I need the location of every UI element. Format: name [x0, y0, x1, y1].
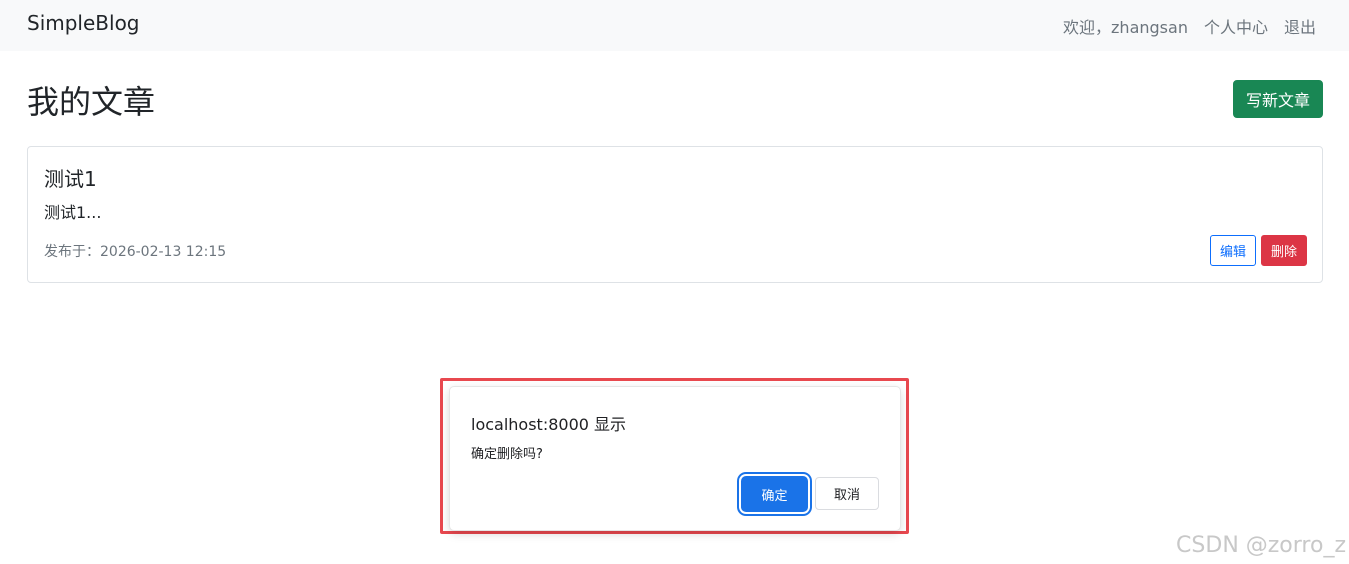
brand-link[interactable]: SimpleBlog [27, 11, 140, 35]
nav-logout-link[interactable]: 退出 [1284, 14, 1316, 38]
watermark: CSDN @zorro_z [1176, 533, 1346, 558]
confirm-dialog: localhost:8000 显示 确定删除吗? 确定 取消 [450, 387, 900, 530]
navbar: SimpleBlog 欢迎，zhangsan 个人中心 退出 [0, 0, 1349, 51]
new-post-button[interactable]: 写新文章 [1233, 80, 1323, 118]
dialog-message: 确定删除吗? [471, 447, 543, 462]
dialog-origin: localhost:8000 显示 [471, 415, 627, 434]
post-title: 测试1 [44, 167, 97, 191]
dialog-ok-button[interactable]: 确定 [741, 476, 808, 512]
post-card: 测试1 测试1... 发布于：2026-02-13 12:15 编辑 删除 [27, 146, 1323, 283]
edit-post-button[interactable]: 编辑 [1210, 235, 1256, 266]
delete-post-button[interactable]: 删除 [1261, 235, 1307, 266]
post-excerpt: 测试1... [44, 203, 102, 222]
nav-links: 欢迎，zhangsan 个人中心 退出 [1063, 14, 1316, 38]
nav-welcome[interactable]: 欢迎，zhangsan [1063, 14, 1188, 38]
post-published-date: 发布于：2026-02-13 12:15 [44, 244, 227, 260]
page-title: 我的文章 [27, 83, 156, 121]
dialog-cancel-button[interactable]: 取消 [815, 477, 879, 510]
nav-profile-link[interactable]: 个人中心 [1204, 14, 1268, 38]
